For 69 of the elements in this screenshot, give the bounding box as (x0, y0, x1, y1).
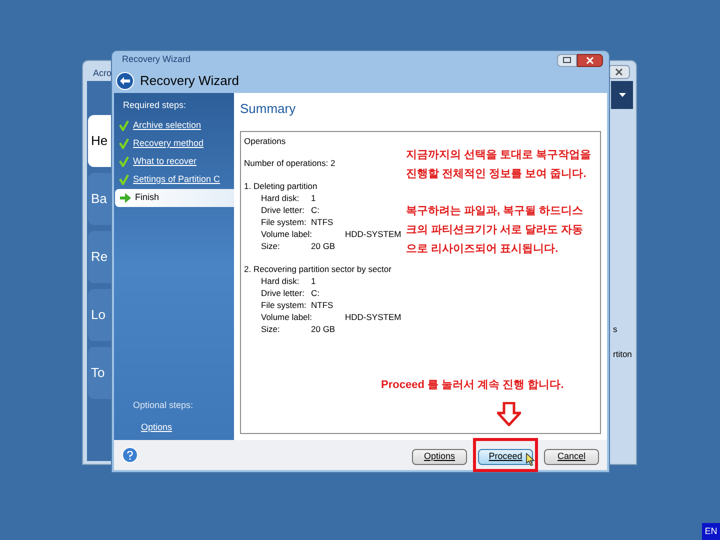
field-label: Hard disk: (261, 275, 300, 288)
back-button[interactable] (116, 72, 134, 90)
section-label: Required steps: (122, 99, 188, 112)
field-value: C: (311, 204, 320, 218)
caret-icon (618, 93, 626, 97)
partial-text: s (613, 323, 618, 336)
field-label: Drive letter: (261, 204, 306, 218)
close-button[interactable] (577, 54, 603, 66)
field-value: HDD-SYSTEM (345, 228, 402, 242)
dialog-button[interactable]: Cancel (544, 448, 599, 465)
field-label: Volume label: (261, 228, 311, 242)
dropdown-bar[interactable] (611, 81, 633, 109)
sidebar-tile[interactable]: He (88, 115, 111, 167)
checkmark-icon (119, 174, 129, 185)
field-value: C: (311, 287, 320, 300)
operation-title: 2. Recovering partition sector by sector (244, 262, 392, 276)
dialog-button[interactable]: Proceed (478, 448, 533, 465)
sidebar-tile[interactable]: To (88, 347, 111, 399)
help-button[interactable] (122, 447, 138, 463)
annotation-text: Proceed 를 눌러서 계속 진행 합니다. (381, 378, 564, 392)
field-label: File system: (261, 299, 308, 312)
section-title: Summary (240, 100, 297, 118)
checkmark-icon (119, 138, 129, 149)
field-label: Size: (261, 240, 281, 254)
window-title: Recovery Wizard (122, 53, 191, 66)
field-label: File system: (261, 216, 308, 230)
annotation-text: 지금까지의 선택을 토대로 복구작업을 진행할 전체적인 정보를 보여 줍니다. (406, 148, 592, 182)
step-item[interactable]: Archive selection (114, 116, 234, 134)
window-close-button[interactable] (608, 65, 630, 79)
maximize-icon (563, 57, 571, 63)
options-link[interactable]: Options (114, 420, 172, 434)
sidebar-tile[interactable]: Ba (88, 173, 111, 225)
field-value: 20 GB (311, 240, 336, 254)
arrow-left-icon (120, 77, 130, 85)
field-value: 1 (311, 192, 316, 206)
step-item[interactable]: What to recover (114, 152, 234, 170)
dialog-button[interactable]: Options (412, 448, 467, 465)
arrow-right-icon (120, 192, 131, 202)
close-icon (586, 56, 594, 64)
operations-count: Number of operations: 2 (244, 157, 336, 170)
checkmark-icon (119, 120, 129, 131)
sidebar-tile[interactable]: Lo (88, 289, 111, 341)
close-icon (615, 68, 623, 76)
field-value: 1 (311, 275, 316, 288)
field-label: Hard disk: (261, 192, 300, 206)
checkmark-icon (119, 156, 129, 167)
language-indicator[interactable]: EN (702, 523, 720, 540)
section-label: Optional steps: (132, 399, 194, 412)
mouse-pointer-icon (526, 453, 535, 466)
field-value: NTFS (311, 216, 334, 230)
field-label: Volume label: (261, 311, 311, 324)
field-value: NTFS (311, 299, 334, 312)
maximize-button[interactable] (557, 54, 577, 66)
wizard-header: Recovery Wizard (140, 72, 239, 90)
step-item[interactable]: Finish (115, 188, 234, 206)
field-value: HDD-SYSTEM (345, 311, 402, 324)
field-value: 20 GB (311, 323, 336, 336)
field-label: Drive letter: (261, 287, 306, 300)
annotation-text: 복구하려는 파일과, 복구될 하드디스크의 파티션크기가 서로 달라도 자동으로 리사이즈되어 표시됩니다. (406, 204, 584, 256)
partial-text: rtiton (613, 348, 633, 360)
step-item[interactable]: Settings of Partition C (114, 170, 234, 188)
field-label: Size: (261, 323, 281, 336)
question-mark-icon (127, 450, 133, 460)
summary-heading: Operations (244, 134, 286, 148)
window-title: Acro (93, 67, 112, 80)
step-item[interactable]: Recovery method (114, 134, 234, 152)
operation-title: 1. Deleting partition (244, 180, 318, 193)
sidebar-tile[interactable]: Re (88, 231, 111, 283)
arrow-down-icon (497, 402, 521, 426)
